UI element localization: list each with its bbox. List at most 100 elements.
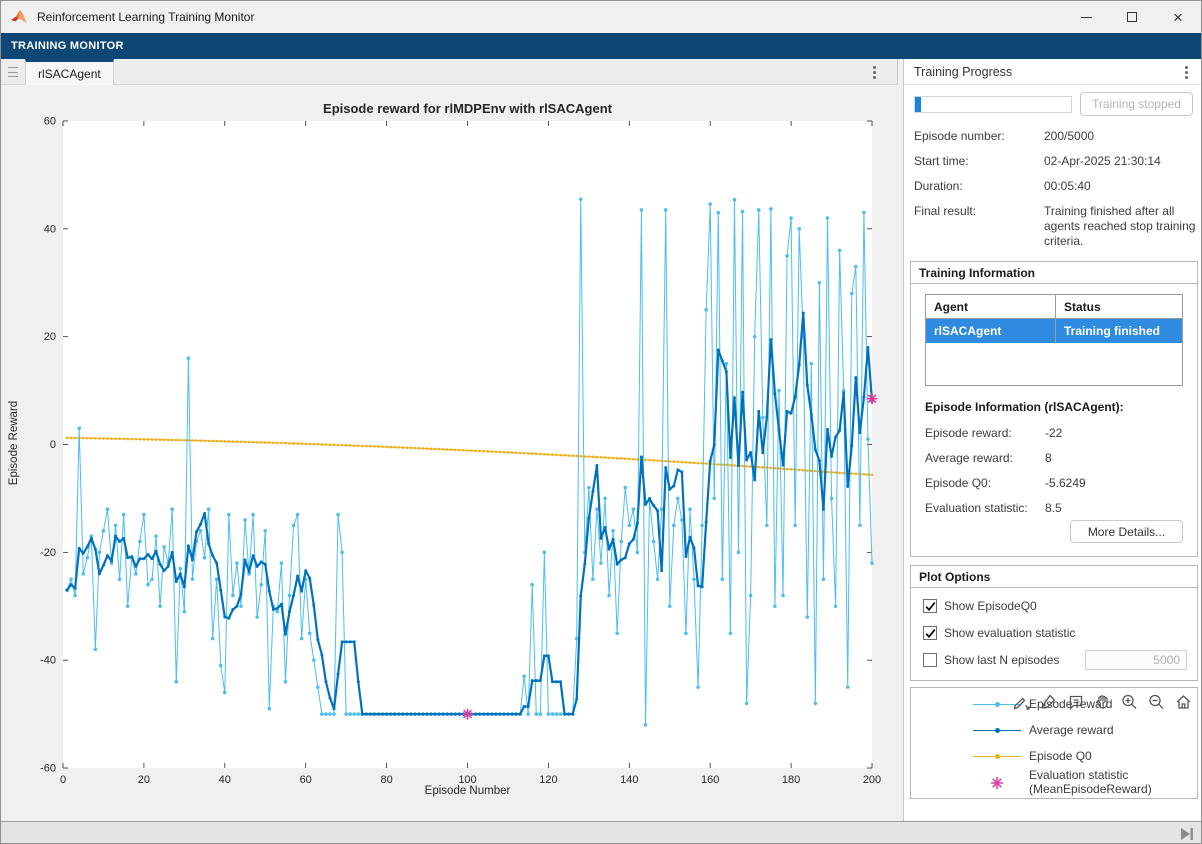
evaluation-statistic-value: 8.5	[1045, 501, 1062, 515]
x-axis-label: Episode Number	[63, 785, 872, 797]
episode-number-row: Episode number: 200/5000	[914, 129, 1198, 144]
training-progress-panel: Training Progress Training stopped Episo…	[903, 59, 1202, 821]
maximize-icon	[1127, 12, 1137, 22]
chart-title: Episode reward for rlMDPEnv with rlSACAg…	[63, 101, 872, 116]
y-tick-label: 20	[44, 331, 56, 343]
document-tab-bar: rlSACAgent	[1, 59, 897, 85]
show-episodeq0-label: Show EpisodeQ0	[944, 599, 1037, 613]
legend-item-episode-q0[interactable]: Episode Q0	[911, 748, 1197, 766]
show-episodeq0-row: Show EpisodeQ0	[923, 599, 1037, 613]
tab-label: rlSACAgent	[38, 67, 101, 81]
evaluation-statistic-asterisk-swatch	[989, 775, 1005, 791]
app-window: Reinforcement Learning Training Monitor …	[0, 0, 1202, 844]
training-information-header: Training Information	[911, 262, 1197, 284]
start-time-label: Start time:	[914, 154, 969, 168]
document-area: rlSACAgent Episode reward for rlMDPEnv w…	[1, 59, 898, 809]
close-icon: ×	[1173, 9, 1183, 26]
final-result-label: Final result:	[914, 204, 976, 218]
show-last-n-episodes-checkbox[interactable]	[923, 653, 937, 667]
toolstrip-tab-training-monitor[interactable]: TRAINING MONITOR	[11, 40, 124, 52]
episode-q0-value: -5.6249	[1045, 476, 1086, 490]
legend-label-evaluation-statistic-line1: Evaluation statistic	[1029, 768, 1128, 782]
progress-fill	[915, 97, 921, 112]
training-information-group: Training Information Agent Status rlSACA…	[910, 261, 1198, 557]
average-reward-row: Average reward: 8	[925, 451, 1185, 465]
table-row[interactable]: rlSACAgent Training finished	[926, 319, 1182, 343]
legend-label-evaluation-statistic-line2: (MeanEpisodeReward)	[1029, 782, 1152, 796]
export-icon[interactable]	[1011, 692, 1031, 712]
episode-q0-row: Episode Q0: -5.6249	[925, 476, 1185, 490]
average-reward-marker-swatch	[995, 728, 1000, 733]
title-bar: Reinforcement Learning Training Monitor …	[1, 1, 1201, 33]
show-evaluation-statistic-checkbox[interactable]	[923, 626, 937, 640]
y-tick-label: -60	[40, 763, 56, 775]
final-result-value: Training finished after all agents reach…	[1044, 204, 1196, 249]
agent-column-header: Agent	[926, 295, 1056, 318]
y-tick-label: 60	[44, 116, 56, 128]
duration-value: 00:05:40	[1044, 179, 1196, 194]
plot-canvas: 020406080100120140160180200-60-40-200204…	[1, 85, 898, 809]
zoom-in-icon[interactable]	[1119, 692, 1139, 712]
y-tick-label: 0	[50, 439, 56, 451]
average-reward-label: Average reward:	[925, 451, 1013, 465]
toolstrip: TRAINING MONITOR	[1, 33, 1201, 59]
episode-reward-label: Episode reward:	[925, 426, 1012, 440]
plot-options-header: Plot Options	[911, 566, 1197, 588]
duration-label: Duration:	[914, 179, 963, 193]
episode-q0-label: Episode Q0:	[925, 476, 991, 490]
show-last-n-episodes-label: Show last N episodes	[944, 653, 1059, 667]
show-episodeq0-checkbox[interactable]	[923, 599, 937, 613]
minimize-icon	[1081, 17, 1092, 18]
skip-to-end-icon[interactable]	[1179, 827, 1195, 841]
maximize-button[interactable]	[1109, 1, 1155, 33]
tab-drag-grip-icon[interactable]	[7, 65, 19, 79]
plot-options-group: Plot Options Show EpisodeQ0 Show evaluat…	[910, 565, 1198, 681]
panel-header: Training Progress	[904, 59, 1202, 85]
reward-chart: Episode reward for rlMDPEnv with rlSACAg…	[1, 85, 898, 809]
window-title: Reinforcement Learning Training Monitor	[37, 10, 254, 24]
start-time-row: Start time: 02-Apr-2025 21:30:14	[914, 154, 1198, 169]
start-time-value: 02-Apr-2025 21:30:14	[1044, 154, 1196, 169]
evaluation-statistic-marker	[462, 709, 473, 720]
tab-options-ellipsis-icon[interactable]	[865, 63, 883, 81]
episode-q0-marker-swatch	[995, 754, 1000, 759]
status-column-header: Status	[1056, 295, 1182, 318]
episode-number-value: 200/5000	[1044, 129, 1196, 144]
legend-item-evaluation-statistic[interactable]: Evaluation statistic (MeanEpisodeReward)	[911, 768, 1197, 800]
agents-table-header-row: Agent Status	[926, 295, 1182, 319]
show-evaluation-statistic-row: Show evaluation statistic	[923, 626, 1075, 640]
bottom-status-bar	[1, 821, 1202, 844]
brush-icon[interactable]	[1038, 692, 1058, 712]
more-details-button[interactable]: More Details...	[1070, 520, 1183, 543]
episode-number-label: Episode number:	[914, 129, 1005, 143]
y-tick-label: -20	[40, 547, 56, 559]
legend-label-episode-q0: Episode Q0	[1029, 749, 1092, 763]
axes-toolbar	[1011, 692, 1193, 712]
minimize-button[interactable]	[1063, 1, 1109, 33]
pan-icon[interactable]	[1092, 692, 1112, 712]
matlab-logo-icon	[11, 9, 29, 25]
legend-label-average-reward: Average reward	[1029, 723, 1114, 737]
show-last-n-episodes-row: Show last N episodes	[923, 653, 1059, 667]
home-icon[interactable]	[1173, 692, 1193, 712]
n-episodes-input[interactable]	[1085, 650, 1187, 670]
status-cell: Training finished	[1056, 319, 1182, 343]
episode-reward-value: -22	[1045, 426, 1062, 440]
panel-title: Training Progress	[914, 65, 1012, 79]
show-evaluation-statistic-label: Show evaluation statistic	[944, 626, 1075, 640]
tab-rlsacagent[interactable]: rlSACAgent	[25, 59, 114, 85]
datatips-icon[interactable]	[1065, 692, 1085, 712]
zoom-out-icon[interactable]	[1146, 692, 1166, 712]
y-tick-label: 40	[44, 223, 56, 235]
panel-options-ellipsis-icon[interactable]	[1177, 63, 1195, 81]
average-reward-value: 8	[1045, 451, 1052, 465]
training-stopped-button[interactable]: Training stopped	[1080, 92, 1193, 116]
close-button[interactable]: ×	[1155, 1, 1201, 33]
episode-reward-row: Episode reward: -22	[925, 426, 1185, 440]
duration-row: Duration: 00:05:40	[914, 179, 1198, 194]
evaluation-statistic-marker	[867, 393, 878, 404]
training-progress-bar	[914, 96, 1072, 113]
legend-item-average-reward[interactable]: Average reward	[911, 722, 1197, 740]
agent-cell: rlSACAgent	[926, 319, 1056, 343]
evaluation-statistic-row: Evaluation statistic: 8.5	[925, 501, 1185, 515]
